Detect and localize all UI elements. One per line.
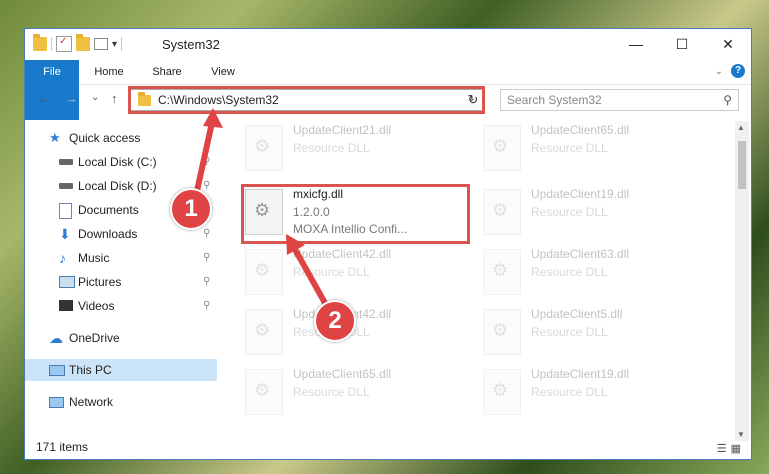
annotation-arrows [192, 108, 333, 314]
arrow-1-line [192, 117, 216, 201]
step-2-badge: 2 [314, 300, 356, 342]
arrow-1-head [203, 108, 223, 128]
step-1-badge: 1 [170, 188, 212, 230]
